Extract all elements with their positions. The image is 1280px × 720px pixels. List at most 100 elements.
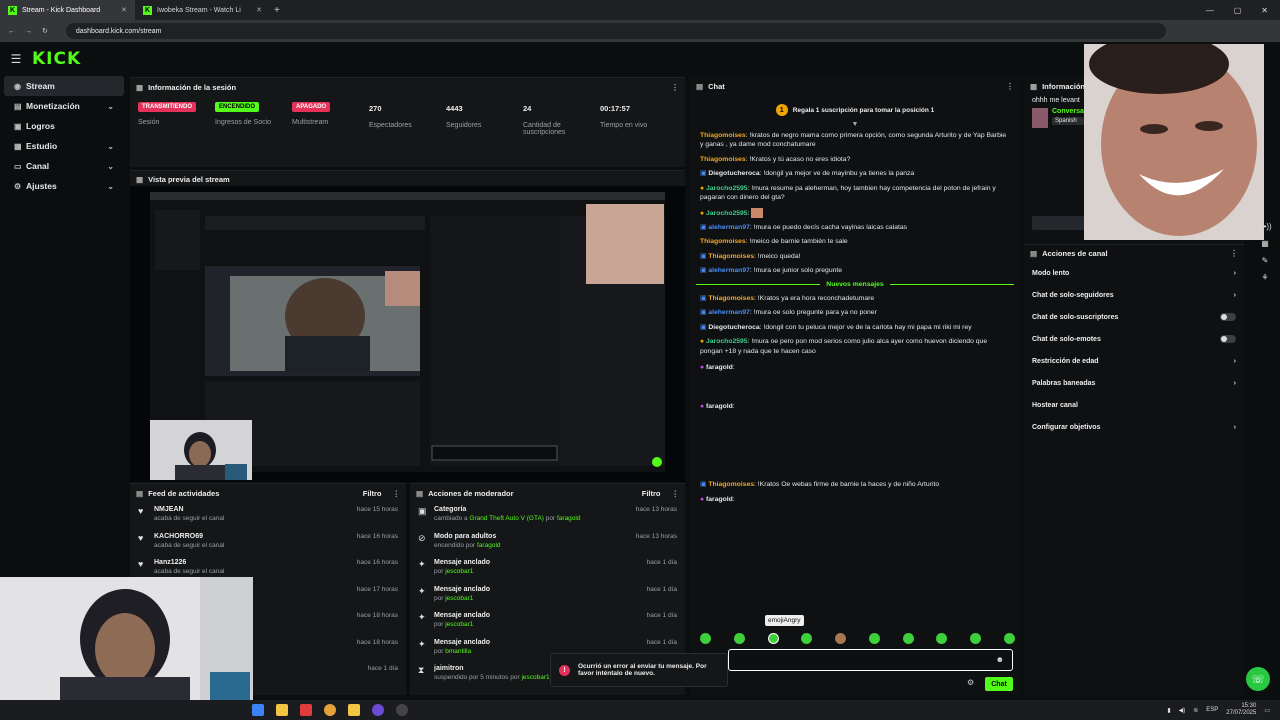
more-icon[interactable]: ⋮ bbox=[671, 83, 679, 92]
chat-username[interactable]: Thiagomoises bbox=[708, 295, 754, 302]
chrome-icon[interactable] bbox=[324, 704, 336, 716]
mod-user[interactable]: jescobar1 bbox=[445, 568, 473, 575]
chat-settings-icon[interactable]: ⚙ bbox=[967, 678, 974, 687]
more-icon[interactable]: ⋮ bbox=[672, 489, 680, 498]
pinned-gift-banner[interactable]: 1 Regala 1 suscripción para tomar la pos… bbox=[704, 101, 1006, 119]
chat-username[interactable]: Jarocho2595 bbox=[706, 209, 748, 216]
filter-button[interactable]: Filtro bbox=[363, 489, 382, 498]
sidebar-item-canal[interactable]: ▭ Canal ⌄ bbox=[4, 156, 124, 176]
action-goals[interactable]: Configurar objetivos › bbox=[1024, 416, 1244, 438]
emotes-only-toggle[interactable] bbox=[1220, 335, 1236, 343]
back-icon[interactable]: ← bbox=[8, 28, 15, 35]
chat-username[interactable]: faragold bbox=[706, 403, 733, 410]
emote-icon[interactable] bbox=[801, 633, 813, 644]
feed-user[interactable]: Hanz1226 bbox=[154, 559, 224, 566]
emote-icon[interactable] bbox=[733, 633, 745, 644]
action-slow-mode[interactable]: Modo lento › bbox=[1024, 262, 1244, 284]
language-indicator[interactable]: ESP bbox=[1206, 707, 1218, 713]
chat-username[interactable]: Thiagomoises bbox=[700, 238, 746, 245]
category-thumbnail[interactable] bbox=[1032, 108, 1048, 128]
more-icon[interactable]: ⋮ bbox=[1006, 82, 1014, 91]
action-banned-words[interactable]: Palabras baneadas › bbox=[1024, 372, 1244, 394]
chat-username[interactable]: Thiagomoises bbox=[708, 253, 754, 260]
app-icon[interactable] bbox=[396, 704, 408, 716]
subscribers-only-toggle[interactable] bbox=[1220, 313, 1236, 321]
emote-icon[interactable] bbox=[868, 633, 880, 644]
sidebar-item-monetizacion[interactable]: ▤ Monetización ⌄ bbox=[4, 96, 124, 116]
close-window-icon[interactable]: ✕ bbox=[1261, 6, 1268, 15]
taskbar-app-icon[interactable] bbox=[252, 704, 264, 716]
action-age-restriction[interactable]: Restricción de edad › bbox=[1024, 350, 1244, 372]
chat-username[interactable]: faragold bbox=[706, 496, 733, 503]
mic-icon[interactable]: ▮ bbox=[1167, 707, 1170, 714]
chat-username[interactable]: faragold bbox=[706, 364, 733, 371]
emote-icon[interactable] bbox=[700, 633, 711, 644]
send-chat-button[interactable]: Chat bbox=[985, 677, 1013, 691]
more-icon[interactable]: ⋮ bbox=[393, 489, 401, 498]
feed-user[interactable]: NMJEAN bbox=[154, 506, 224, 513]
broadcast-icon[interactable]: ((•)) bbox=[1258, 222, 1271, 231]
chat-username[interactable]: Thiagomoises bbox=[708, 481, 754, 488]
mod-action[interactable]: jaimitron bbox=[434, 665, 550, 672]
emote-icon[interactable] bbox=[1003, 633, 1015, 644]
volume-icon[interactable]: ◀) bbox=[1179, 707, 1186, 714]
mod-user[interactable]: jescobar1 bbox=[521, 674, 549, 681]
browser-tab-dashboard[interactable]: K Stream - Kick Dashboard ✕ bbox=[0, 0, 135, 20]
feed-user[interactable]: KACHORRO69 bbox=[154, 533, 224, 540]
kick-logo[interactable]: KICK bbox=[32, 49, 81, 69]
notification-icon[interactable]: ▭ bbox=[1264, 707, 1270, 714]
more-icon[interactable]: ⋮ bbox=[1230, 249, 1238, 258]
panel-icon[interactable]: ▦ bbox=[1261, 239, 1269, 248]
action-followers-only[interactable]: Chat de solo-seguidores › bbox=[1024, 284, 1244, 306]
wifi-icon[interactable]: ≋ bbox=[1193, 707, 1198, 714]
chat-username[interactable]: Diegotucheroca bbox=[708, 324, 759, 331]
minimize-icon[interactable]: — bbox=[1206, 6, 1214, 15]
mod-user[interactable]: bmantilla bbox=[445, 648, 471, 655]
scroll-down-icon[interactable]: ▼ bbox=[690, 121, 1020, 128]
filter-button[interactable]: Filtro bbox=[642, 489, 661, 498]
chat-username[interactable]: aleherman97 bbox=[708, 224, 750, 231]
share-icon[interactable]: ⚘ bbox=[1261, 273, 1268, 282]
mod-user[interactable]: faragold bbox=[477, 542, 501, 549]
emoji-icon[interactable]: ☻ bbox=[996, 655, 1004, 664]
notes-icon[interactable] bbox=[348, 704, 360, 716]
emote-icon[interactable] bbox=[835, 633, 847, 644]
chat-username[interactable]: Diegotucheroca bbox=[708, 170, 759, 177]
sidebar-item-logros[interactable]: ▣ Logros bbox=[4, 116, 124, 136]
support-chat-icon[interactable]: ☏ bbox=[1246, 667, 1270, 691]
mod-user[interactable]: jescobar1 bbox=[445, 595, 473, 602]
maximize-icon[interactable]: ▢ bbox=[1234, 6, 1242, 15]
forward-icon[interactable]: → bbox=[25, 28, 32, 35]
url-field[interactable]: dashboard.kick.com/stream bbox=[65, 23, 1166, 39]
emote-icon[interactable] bbox=[936, 633, 948, 644]
close-icon[interactable]: ✕ bbox=[256, 6, 262, 14]
chat-username[interactable]: Jarocho2595 bbox=[706, 338, 748, 345]
clock[interactable]: 15:30 27/07/2025 bbox=[1226, 703, 1256, 717]
brave-icon[interactable] bbox=[300, 704, 312, 716]
folder-icon[interactable] bbox=[276, 704, 288, 716]
emote-icon[interactable] bbox=[970, 633, 982, 644]
new-tab-icon[interactable]: + bbox=[274, 5, 280, 16]
browser-tab-watch[interactable]: K Iwobeka Stream - Watch Li ✕ bbox=[135, 0, 270, 20]
emote-icon[interactable] bbox=[767, 633, 779, 644]
action-host-channel[interactable]: Hostear canal bbox=[1024, 394, 1244, 416]
close-icon[interactable]: ✕ bbox=[121, 6, 127, 14]
mod-user[interactable]: faragold bbox=[557, 515, 581, 522]
obs-icon[interactable] bbox=[372, 704, 384, 716]
mod-target[interactable]: Grand Theft Auto V (GTA) bbox=[469, 515, 544, 522]
sidebar-item-ajustes[interactable]: ⚙ Ajustes ⌄ bbox=[4, 176, 124, 196]
chat-username[interactable]: Thiagomoises bbox=[700, 132, 746, 139]
mod-user[interactable]: jescobar1 bbox=[445, 621, 473, 628]
emote-icon[interactable] bbox=[902, 633, 914, 644]
reload-icon[interactable]: ↻ bbox=[42, 27, 48, 35]
chat-username[interactable]: Jarocho2595 bbox=[706, 185, 748, 192]
chat-username[interactable]: Thiagomoises bbox=[700, 156, 746, 163]
category-link[interactable]: Conversa bbox=[1052, 108, 1084, 115]
sidebar-item-estudio[interactable]: ▦ Estudio ⌄ bbox=[4, 136, 124, 156]
chat-input[interactable]: ☻ bbox=[728, 649, 1013, 671]
sidebar-item-stream[interactable]: ◉ Stream bbox=[4, 76, 124, 96]
wrench-icon[interactable]: ✎ bbox=[1262, 256, 1269, 265]
chat-username[interactable]: aleherman97 bbox=[708, 267, 750, 274]
chat-username[interactable]: aleherman97 bbox=[708, 309, 750, 316]
menu-icon[interactable]: ☰ bbox=[0, 52, 32, 66]
